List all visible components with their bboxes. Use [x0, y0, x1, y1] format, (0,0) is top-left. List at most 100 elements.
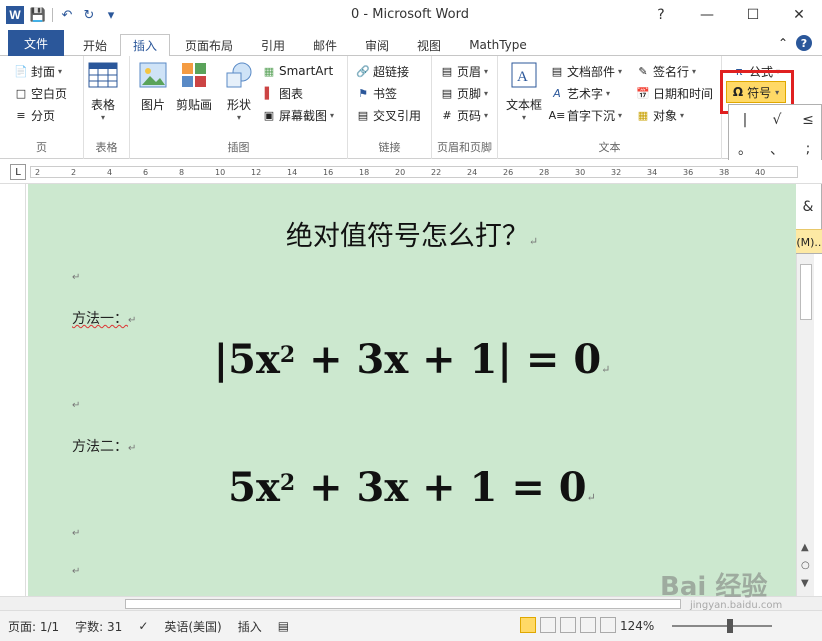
- chart-button[interactable]: ▌ 图表: [262, 83, 303, 103]
- page-count[interactable]: 页面: 1/1: [0, 618, 67, 635]
- picture-icon: [139, 62, 167, 88]
- save-icon[interactable]: 💾: [30, 7, 46, 23]
- print-layout-view-button[interactable]: [520, 617, 536, 633]
- symbol-cell[interactable]: ;: [793, 134, 822, 163]
- drop-cap-button[interactable]: A≡ 首字下沉 ▾: [549, 105, 622, 125]
- browse-object-icon[interactable]: ○: [801, 560, 810, 571]
- wordart-button[interactable]: A 艺术字 ▾: [550, 83, 610, 103]
- hyperlink-icon: 🔗: [356, 64, 370, 78]
- textbox-button[interactable]: A 文本框 ▾: [506, 60, 542, 122]
- date-time-button[interactable]: 📅 日期和时间: [636, 83, 713, 103]
- table-button[interactable]: 表格 ▾: [88, 60, 118, 122]
- smartart-icon: ▦: [263, 64, 275, 78]
- clipart-button[interactable]: 剪贴画: [176, 60, 212, 113]
- title-bar: W 💾 ↶ ↻ ▾ 0 - Microsoft Word ? — ☐ ✕: [0, 0, 822, 30]
- vertical-scroll-thumb[interactable]: [800, 264, 812, 320]
- tab-insert[interactable]: 插入: [120, 34, 170, 57]
- chevron-down-icon: ▾: [330, 110, 335, 120]
- tab-mathtype[interactable]: MathType: [460, 34, 536, 56]
- maximize-icon[interactable]: ☐: [730, 0, 776, 30]
- shapes-button[interactable]: 形状 ▾: [224, 60, 254, 122]
- omega-icon: Ω: [732, 85, 744, 99]
- tab-review[interactable]: 审阅: [354, 34, 400, 56]
- separator: [52, 8, 53, 22]
- smartart-button[interactable]: ▦ SmartArt: [262, 61, 333, 81]
- object-button[interactable]: ▦ 对象 ▾: [636, 105, 684, 125]
- insert-mode[interactable]: 插入: [230, 618, 270, 635]
- chevron-down-icon: ▾: [484, 110, 489, 120]
- quick-access-toolbar: W 💾 ↶ ↻ ▾: [0, 6, 119, 24]
- symbol-cell[interactable]: &: [793, 192, 822, 221]
- symbol-cell[interactable]: ≤: [793, 105, 822, 134]
- page-break-icon: ≡: [16, 108, 26, 122]
- outline-view-button[interactable]: [580, 617, 596, 633]
- help-window-icon[interactable]: ?: [638, 0, 684, 30]
- baidu-watermark: Bai 经验: [660, 572, 768, 602]
- header-button[interactable]: ▤ 页眉 ▾: [440, 61, 488, 81]
- signature-line-button[interactable]: ✎ 签名行 ▾: [636, 61, 696, 81]
- footer-icon: ▤: [441, 86, 453, 100]
- symbol-cell[interactable]: |: [729, 105, 761, 134]
- macro-icon[interactable]: ▤: [270, 619, 297, 633]
- picture-button[interactable]: 图片: [138, 60, 168, 113]
- zoom-slider[interactable]: [672, 625, 772, 627]
- paragraph-mark: ↵: [586, 491, 596, 504]
- page-break-button[interactable]: ≡ 分页: [14, 105, 55, 125]
- symbol-button[interactable]: Ω 符号 ▾: [726, 81, 786, 103]
- help-icon[interactable]: ?: [796, 35, 812, 51]
- group-header-footer: ▤ 页眉 ▾ ▤ 页脚 ▾ # 页码 ▾ 页眉和页脚: [432, 56, 498, 159]
- tab-references[interactable]: 引用: [250, 34, 296, 56]
- collapse-ribbon-icon[interactable]: ⌃: [778, 36, 788, 50]
- undo-icon[interactable]: ↶: [59, 7, 75, 23]
- proofing-icon[interactable]: ✓: [130, 619, 156, 633]
- redo-icon[interactable]: ↻: [81, 7, 97, 23]
- page-number-button[interactable]: # 页码 ▾: [440, 105, 488, 125]
- symbol-cell[interactable]: 、: [761, 134, 793, 163]
- close-icon[interactable]: ✕: [776, 0, 822, 30]
- tab-view[interactable]: 视图: [406, 34, 452, 56]
- paragraph-mark: ↵: [72, 528, 81, 539]
- vertical-scrollbar[interactable]: ▲ ○ ▼: [796, 254, 814, 596]
- word-logo-icon: W: [6, 6, 24, 24]
- scroll-up-icon[interactable]: ▲: [801, 542, 809, 553]
- blank-page-button[interactable]: □ 空白页: [14, 83, 67, 103]
- chevron-down-icon: ▾: [775, 87, 780, 97]
- footer-button[interactable]: ▤ 页脚 ▾: [440, 83, 488, 103]
- tab-home[interactable]: 开始: [72, 34, 118, 56]
- group-label-links: 链接: [378, 141, 401, 154]
- full-screen-view-button[interactable]: [540, 617, 556, 633]
- word-count[interactable]: 字数: 31: [67, 618, 130, 635]
- tab-selector[interactable]: L: [10, 164, 26, 180]
- ruler-tick-label: 2: [35, 168, 41, 177]
- cover-page-button[interactable]: 📄 封面 ▾: [14, 61, 62, 81]
- horizontal-scroll-thumb[interactable]: [125, 599, 681, 609]
- language-indicator[interactable]: 英语(美国): [156, 618, 229, 635]
- cross-reference-button[interactable]: ▤ 交叉引用: [356, 105, 421, 125]
- chevron-down-icon: ▾: [236, 113, 241, 122]
- symbol-cell[interactable]: √: [761, 105, 793, 134]
- customize-chevron-icon[interactable]: ▾: [103, 7, 119, 23]
- chevron-down-icon: ▾: [522, 113, 527, 122]
- hyperlink-button[interactable]: 🔗 超链接: [356, 61, 409, 81]
- tab-file[interactable]: 文件: [8, 30, 64, 56]
- symbol-cell[interactable]: 。: [729, 134, 761, 163]
- horizontal-ruler[interactable]: L 2 2 4 6 8 10 12 14 16 18 20 22 24 26 28 30 32 34 36 38 40: [0, 160, 822, 184]
- cover-page-icon: 📄: [14, 64, 28, 78]
- quick-parts-button[interactable]: ▤ 文档部件 ▾: [550, 61, 622, 81]
- paragraph-mark: ↵: [601, 363, 611, 376]
- zoom-level[interactable]: 124%: [620, 619, 654, 633]
- minimize-icon[interactable]: —: [684, 0, 730, 30]
- zoom-slider-knob[interactable]: [727, 619, 733, 633]
- draft-view-button[interactable]: [600, 617, 616, 633]
- tab-page-layout[interactable]: 页面布局: [176, 34, 242, 56]
- ruler-tick-label: 22: [431, 168, 442, 177]
- ruler-tick-label: 14: [287, 168, 298, 177]
- bookmark-button[interactable]: ⚑ 书签: [356, 83, 397, 103]
- tab-mailings[interactable]: 邮件: [302, 34, 348, 56]
- paragraph-mark: ↵: [72, 566, 81, 577]
- status-bar: 页面: 1/1 字数: 31 ✓ 英语(美国) 插入 ▤ 124%: [0, 610, 822, 641]
- web-layout-view-button[interactable]: [560, 617, 576, 633]
- document-page[interactable]: 绝对值符号怎么打？↵ ↵ 方法一：↵ |5x2 + 3x + 1| = 0↵ ↵…: [28, 184, 796, 596]
- screenshot-button[interactable]: ▣ 屏幕截图 ▾: [262, 105, 334, 125]
- scroll-down-icon[interactable]: ▼: [801, 578, 809, 589]
